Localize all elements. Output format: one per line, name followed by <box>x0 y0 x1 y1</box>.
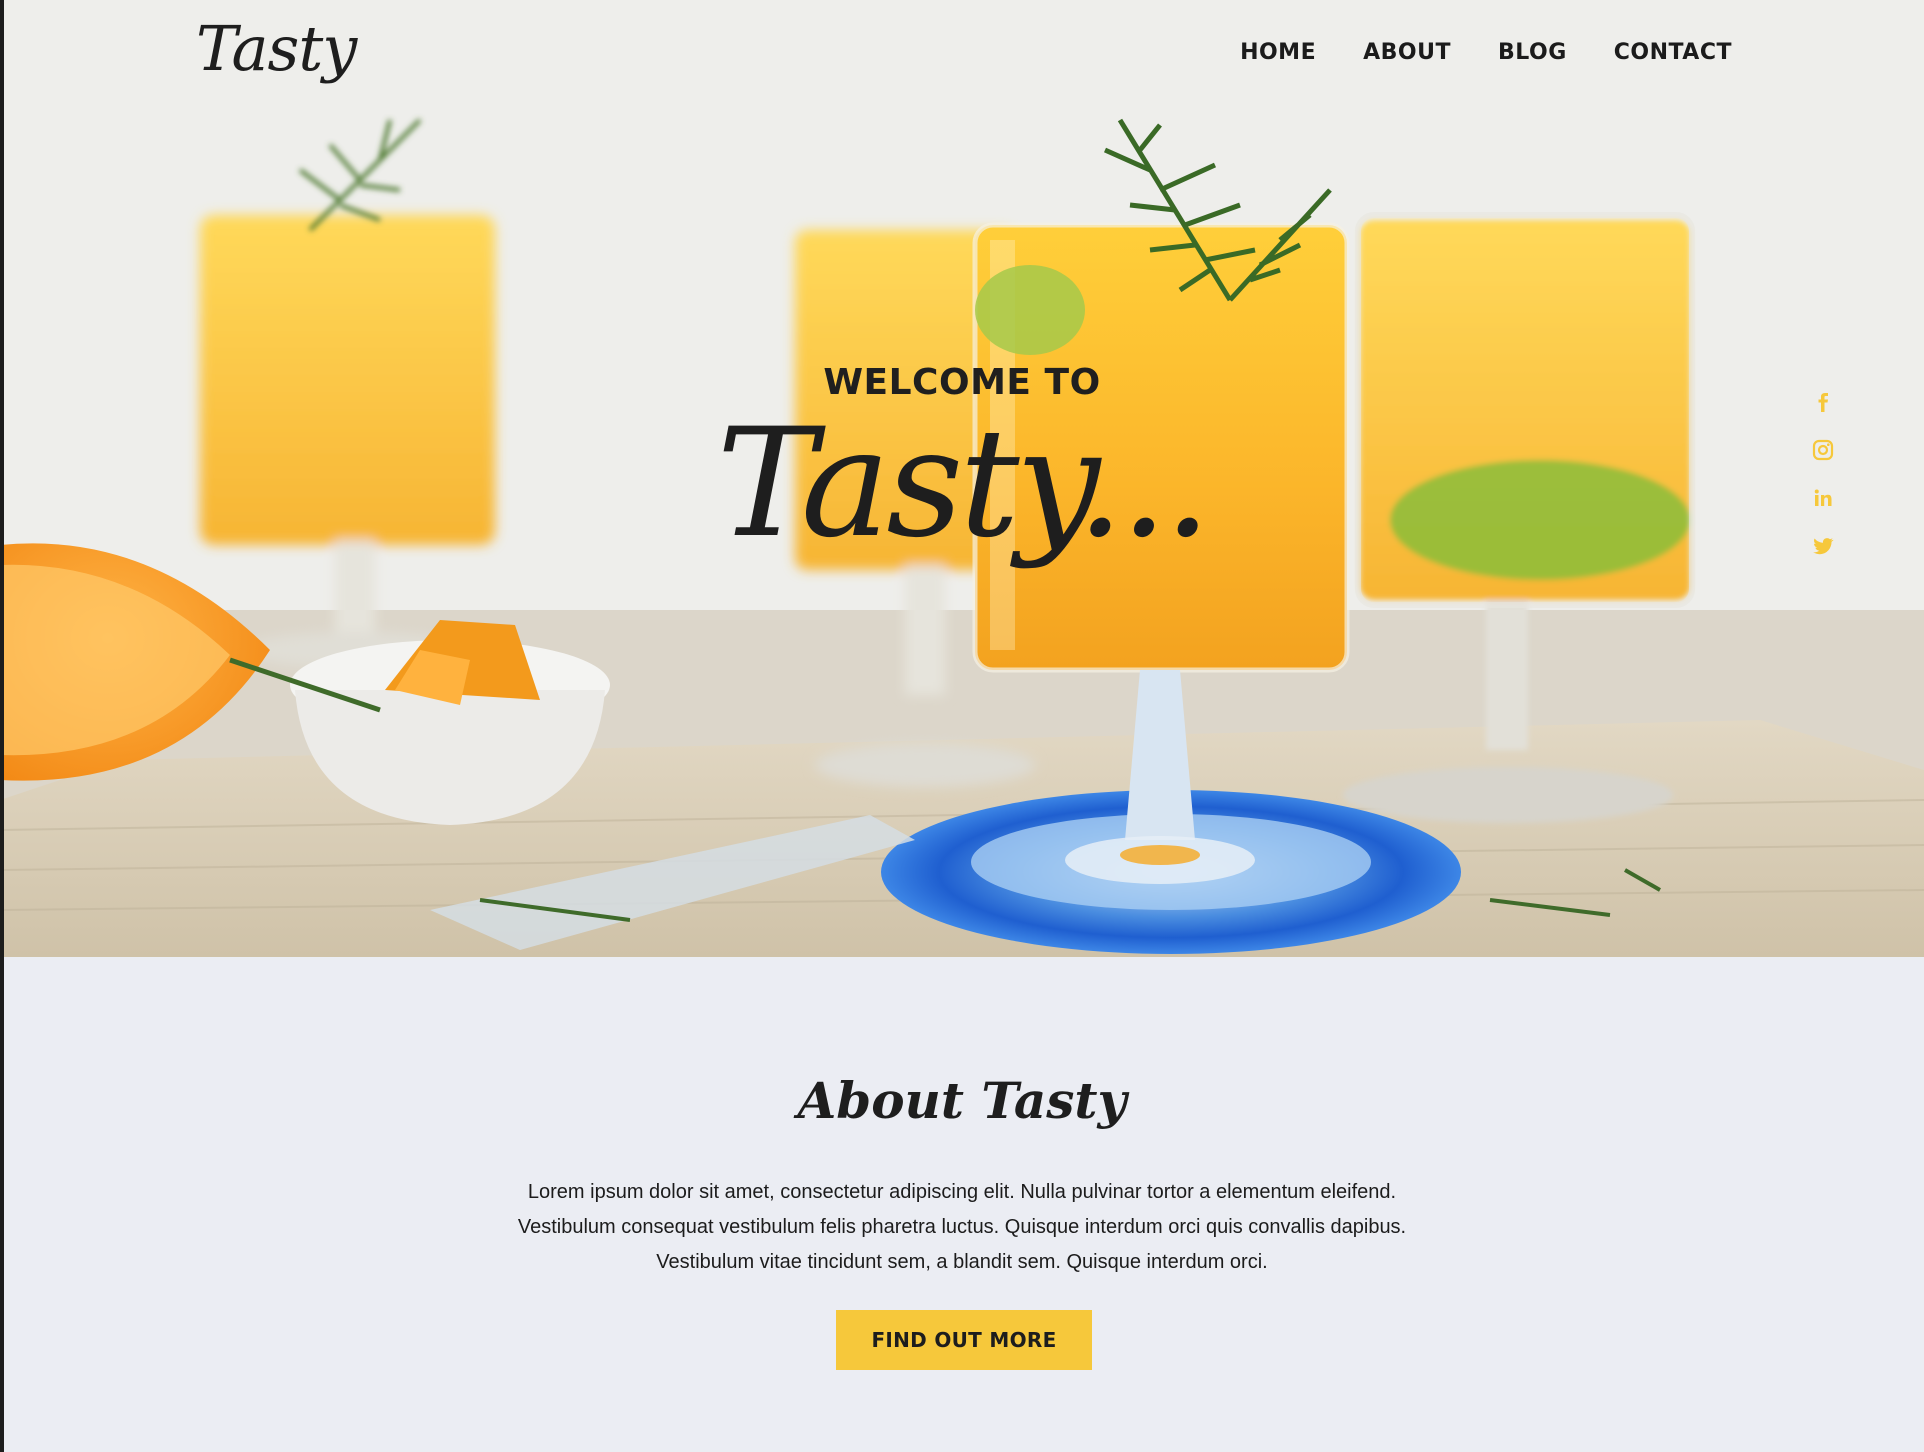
hero-title: Tasty... <box>716 397 1212 571</box>
nav-home[interactable]: HOME <box>1240 40 1316 65</box>
social-links <box>1810 390 1836 558</box>
main-nav: HOME ABOUT BLOG CONTACT <box>1240 40 1732 65</box>
about-title: About Tasty <box>797 1071 1127 1130</box>
hero-section: Tasty HOME ABOUT BLOG CONTACT WELCOME TO… <box>0 0 1924 957</box>
twitter-icon[interactable] <box>1810 534 1836 558</box>
about-left-border <box>0 957 4 1452</box>
about-description: Lorem ipsum dolor sit amet, consectetur … <box>462 1175 1462 1280</box>
nav-about[interactable]: ABOUT <box>1363 40 1451 65</box>
about-line-3: Vestibulum vitae tincidunt sem, a blandi… <box>656 1251 1268 1273</box>
site-logo[interactable]: Tasty <box>196 12 357 85</box>
page: Tasty HOME ABOUT BLOG CONTACT WELCOME TO… <box>0 0 1924 1452</box>
about-line-1: Lorem ipsum dolor sit amet, consectetur … <box>527 1181 1397 1203</box>
find-out-more-button[interactable]: FIND OUT MORE <box>836 1310 1092 1370</box>
about-section: About Tasty Lorem ipsum dolor sit amet, … <box>0 957 1924 1452</box>
about-line-2: Vestibulum consequat vestibulum felis ph… <box>517 1216 1407 1238</box>
instagram-icon[interactable] <box>1810 438 1836 462</box>
facebook-icon[interactable] <box>1810 390 1836 414</box>
linkedin-icon[interactable] <box>1810 486 1836 510</box>
nav-contact[interactable]: CONTACT <box>1614 40 1732 65</box>
nav-blog[interactable]: BLOG <box>1498 40 1567 65</box>
